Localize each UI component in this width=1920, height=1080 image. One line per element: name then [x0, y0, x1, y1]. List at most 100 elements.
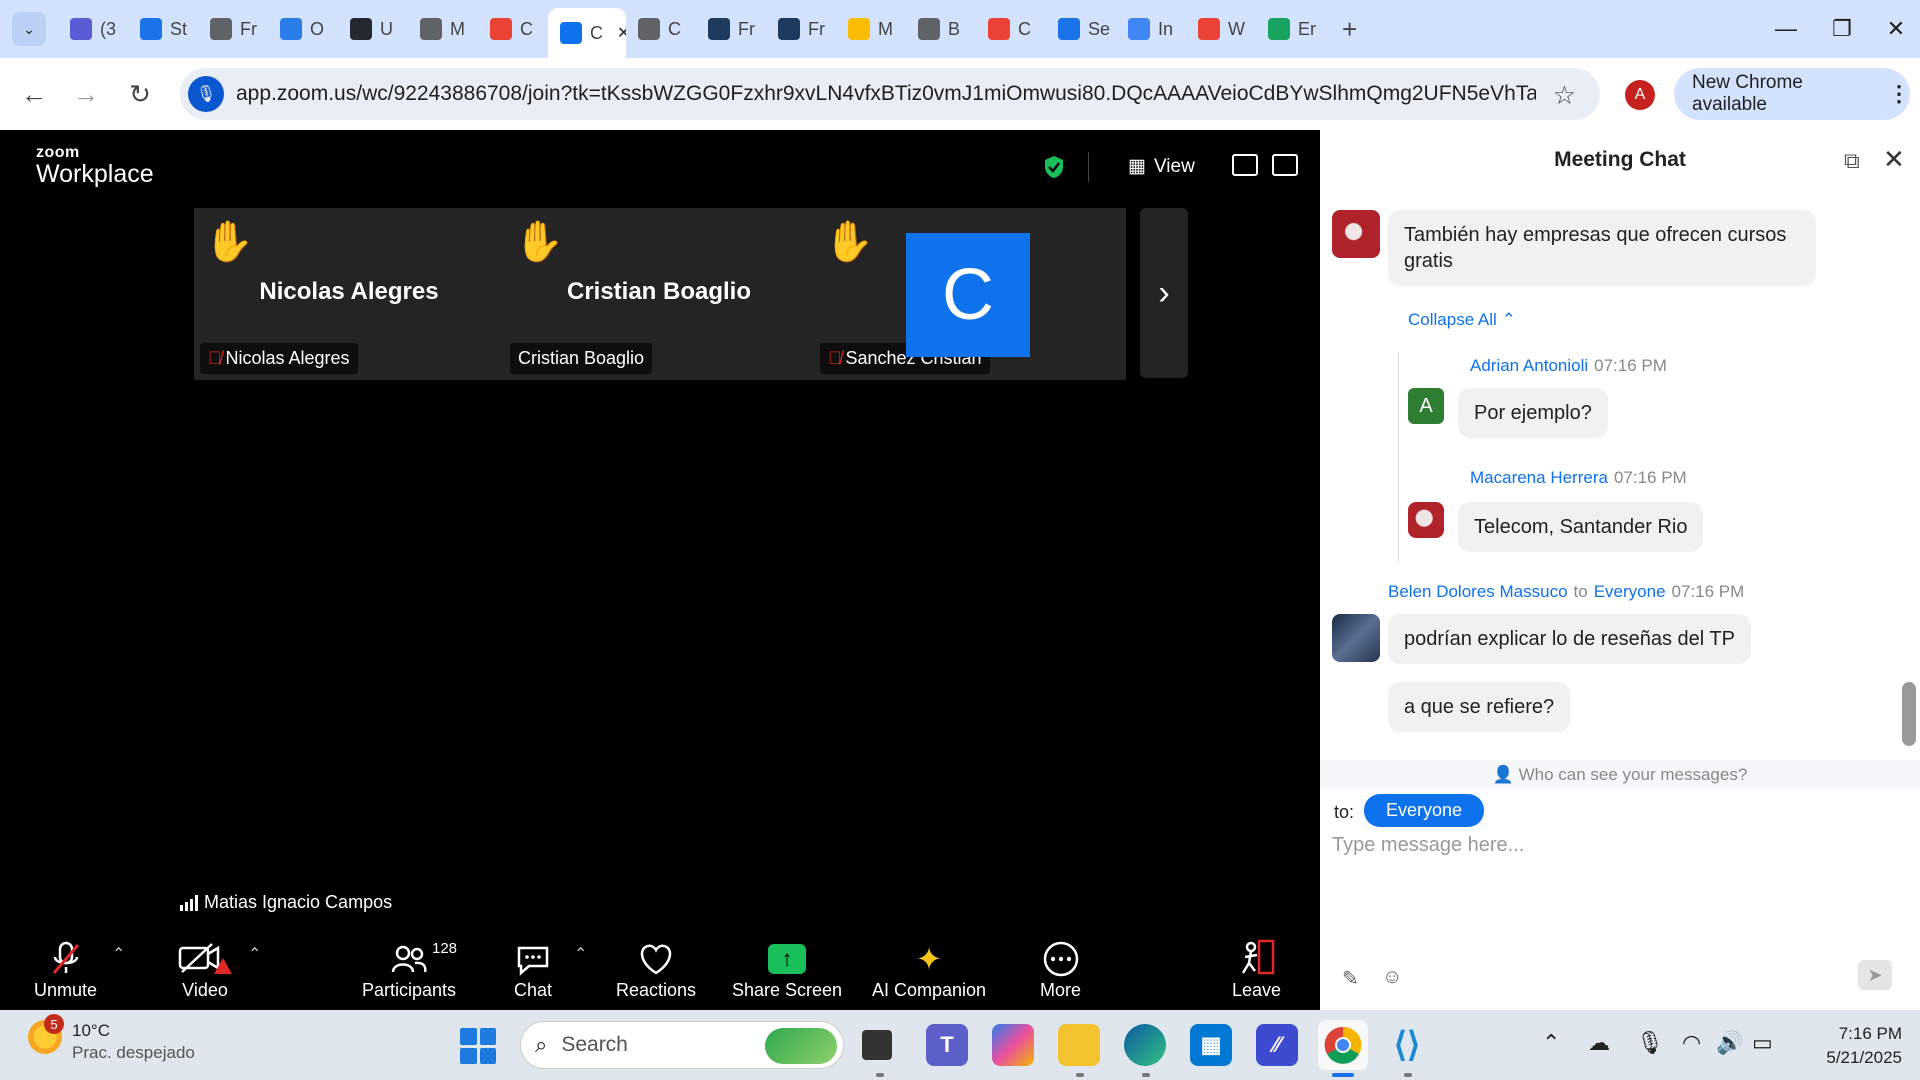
browser-tab[interactable]: U — [338, 8, 408, 50]
menu-dots-icon[interactable]: ⋮ — [1888, 81, 1910, 107]
browser-tab[interactable]: St — [128, 8, 198, 50]
task-view-icon[interactable] — [862, 1030, 892, 1060]
more-button[interactable]: More — [1040, 938, 1081, 1001]
browser-tab[interactable]: Fr — [766, 8, 836, 50]
close-tab-icon[interactable]: ✕ — [617, 23, 626, 43]
fullscreen-icon[interactable] — [1272, 154, 1298, 176]
participants-label: Participants — [362, 980, 457, 1000]
browser-tab[interactable]: C — [478, 8, 548, 50]
store-icon[interactable]: ▦ — [1190, 1024, 1232, 1066]
reload-button[interactable]: ↻ — [122, 76, 158, 112]
chat-icon — [515, 938, 551, 980]
tab-search-button[interactable]: ⌄ — [12, 12, 46, 46]
video-off-icon — [178, 938, 232, 980]
chevron-up-icon[interactable]: ⌃ — [1542, 1030, 1560, 1056]
sender-name[interactable]: Adrian Antonioli — [1470, 356, 1588, 375]
onedrive-icon[interactable]: ☁ — [1588, 1030, 1610, 1056]
restore-button[interactable]: ❐ — [1822, 10, 1862, 48]
sender-name[interactable]: Macarena Herrera — [1470, 468, 1608, 487]
taskbar-search[interactable]: ⌕ Search — [520, 1021, 844, 1069]
tab-icon — [638, 18, 660, 40]
sender-name[interactable]: Belen Dolores Massuco — [1388, 582, 1568, 601]
participant-tile[interactable]: ✋ Cristian Boaglio Cristian Boaglio — [504, 208, 814, 380]
who-can-see-link[interactable]: 👤 Who can see your messages? — [1320, 760, 1920, 790]
unmute-label: Unmute — [34, 980, 98, 1000]
copilot-icon[interactable] — [992, 1024, 1034, 1066]
browser-tab[interactable]: Fr — [696, 8, 766, 50]
close-icon[interactable]: ✕ — [1883, 144, 1905, 175]
video-options-caret-icon[interactable]: ⌃ — [248, 944, 261, 964]
browser-tab[interactable]: C — [976, 8, 1046, 50]
leave-label: Leave — [1232, 980, 1282, 1000]
tab-label: Fr — [240, 18, 257, 39]
weather-sun-icon: 5 — [28, 1014, 64, 1054]
browser-tab[interactable]: C — [626, 8, 696, 50]
unmute-button[interactable]: Unmute — [34, 938, 97, 1001]
browser-tab[interactable]: (3 — [58, 8, 128, 50]
participant-name: Cristian Boaglio — [566, 278, 752, 305]
browser-tab[interactable]: M — [408, 8, 478, 50]
microphone-icon[interactable]: 🎙 — [1636, 1030, 1664, 1056]
browser-tab[interactable]: M — [836, 8, 906, 50]
thread-line — [1398, 352, 1399, 562]
windows-start-icon[interactable] — [460, 1028, 496, 1064]
share-screen-button[interactable]: ↑ Share Screen — [732, 938, 842, 1001]
new-tab-icon[interactable]: + — [1330, 8, 1357, 50]
new-chrome-button[interactable]: New Chrome available ⋮ — [1674, 68, 1910, 120]
message-input[interactable] — [1332, 834, 1902, 857]
browser-tab[interactable]: Fr — [198, 8, 268, 50]
audio-options-caret-icon[interactable]: ⌃ — [112, 944, 125, 964]
ai-companion-button[interactable]: ✦ AI Companion — [872, 938, 986, 1001]
browser-tab[interactable]: O — [268, 8, 338, 50]
edge-icon[interactable] — [1124, 1024, 1166, 1066]
popout-icon[interactable]: ⧉ — [1844, 148, 1860, 174]
mic-muted-icon: 🎙̸ — [828, 348, 842, 368]
battery-icon[interactable]: ▭ — [1752, 1030, 1773, 1056]
browser-tab[interactable]: C ✕ — [548, 8, 626, 58]
collapse-all-label: Collapse All — [1408, 310, 1497, 329]
participant-label-text: Cristian Boaglio — [518, 348, 645, 368]
participant-tile[interactable]: ✋ Nicolas Alegres 🎙̸ Nicolas Alegres — [194, 208, 504, 380]
leave-button[interactable]: Leave — [1232, 938, 1281, 1001]
wifi-icon[interactable]: ◠ — [1682, 1030, 1701, 1056]
picture-in-picture-icon[interactable] — [1232, 154, 1258, 176]
scrollbar[interactable] — [1902, 682, 1916, 746]
bookmark-star-icon[interactable]: ☆ — [1553, 80, 1576, 111]
format-icon[interactable]: ✎ — [1342, 966, 1359, 991]
recipient-dropdown[interactable]: Everyone — [1364, 794, 1485, 827]
url-text[interactable]: app.zoom.us/wc/92243886708/join?tk=tKssb… — [236, 82, 1536, 106]
file-explorer-icon[interactable] — [1058, 1024, 1100, 1066]
app-icon[interactable]: ⁄⁄ — [1256, 1024, 1298, 1066]
forward-button[interactable]: → — [68, 76, 104, 112]
send-icon[interactable]: ➤ — [1858, 960, 1892, 990]
browser-tab[interactable]: W — [1186, 8, 1256, 50]
minimize-button[interactable]: — — [1766, 10, 1806, 48]
search-label: Search — [561, 1033, 628, 1056]
video-button[interactable]: Video — [178, 938, 232, 1001]
mic-icon[interactable]: 🎙 — [188, 76, 224, 112]
address-bar[interactable]: 🎙 app.zoom.us/wc/92243886708/join?tk=tKs… — [180, 68, 1600, 120]
vscode-icon[interactable]: ⟨⟩ — [1386, 1024, 1428, 1066]
reactions-button[interactable]: Reactions — [616, 938, 696, 1001]
browser-tab[interactable]: Se — [1046, 8, 1116, 50]
emoji-icon[interactable]: ☺ — [1382, 966, 1402, 989]
chat-button[interactable]: Chat — [514, 938, 552, 1001]
encryption-shield-icon[interactable] — [1043, 155, 1065, 179]
next-page-chevron-icon[interactable]: › — [1140, 208, 1188, 378]
teams-icon[interactable]: T — [926, 1024, 968, 1066]
collapse-all-link[interactable]: Collapse All ⌃ — [1408, 310, 1516, 330]
browser-tab[interactable]: Er — [1256, 8, 1326, 50]
docs-icon — [1128, 18, 1150, 40]
clock[interactable]: 7:16 PM 5/21/2025 — [1796, 1022, 1902, 1070]
view-button[interactable]: ▦ View — [1128, 155, 1195, 178]
close-window-button[interactable]: ✕ — [1876, 10, 1916, 48]
browser-tab[interactable]: In — [1116, 8, 1186, 50]
back-button[interactable]: ← — [16, 76, 52, 112]
chrome-icon[interactable] — [1318, 1020, 1368, 1070]
browser-tab[interactable]: B — [906, 8, 976, 50]
chat-options-caret-icon[interactable]: ⌃ — [574, 944, 587, 964]
volume-icon[interactable]: 🔊 — [1716, 1030, 1743, 1056]
profile-avatar[interactable]: A — [1625, 80, 1655, 110]
weather-widget[interactable]: 5 10°C Prac. despejado — [28, 1014, 195, 1064]
tab-label: W — [1228, 18, 1245, 39]
